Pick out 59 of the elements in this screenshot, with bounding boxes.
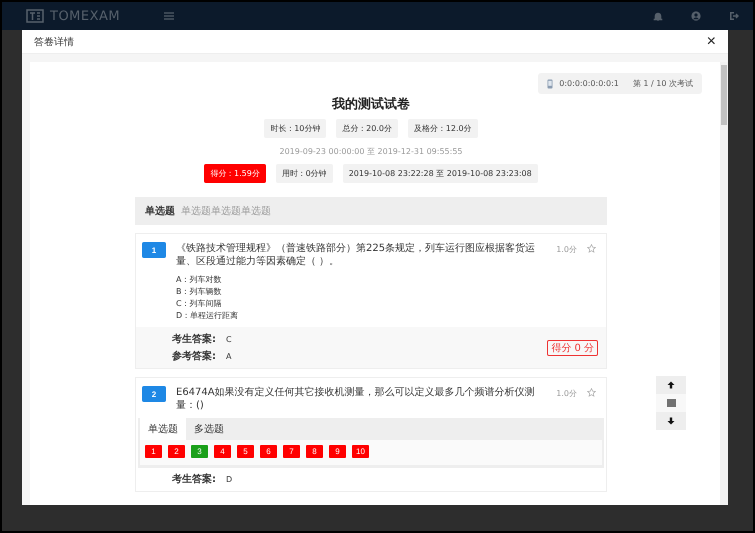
answer-option: D : 单程运行距离	[176, 310, 606, 321]
question-text: 《铁路技术管理规程》（普速铁路部分）第225条规定，列车运行图应根据客货运量、区段通过能力等因素确定（ ）。	[176, 242, 536, 268]
close-button[interactable]: ×	[702, 34, 720, 50]
question-jump-button[interactable]: 2	[168, 445, 185, 458]
question-number[interactable]: 2	[142, 386, 166, 402]
exam-info-tag: 总分 : 20.0分	[336, 119, 398, 138]
result-tag: 2019-10-08 23:22:28 至 2019-10-08 23:23:08	[342, 164, 538, 183]
question-jump-button[interactable]: 5	[237, 445, 254, 458]
star-icon[interactable]	[587, 244, 596, 253]
logout-icon[interactable]	[729, 11, 739, 21]
scroll-down-button[interactable]	[656, 412, 686, 430]
question-score: 得分 0 分	[547, 340, 598, 356]
score-tag: 得分 : 1.59分	[204, 164, 266, 183]
question-text: E6474A如果没有定义任何其它接收机测量，那么可以定义最多几个频谱分析仪测量：()	[176, 386, 536, 412]
attempt-count: 第 1 / 10 次考试	[632, 78, 693, 89]
arrow-up-icon	[667, 381, 675, 389]
logo-icon	[26, 9, 44, 23]
answer-option: B : 列车辆数	[176, 286, 606, 297]
bell-icon[interactable]	[653, 11, 663, 21]
user-icon[interactable]	[691, 11, 701, 21]
answer-option: C : 列车间隔	[176, 298, 606, 309]
phone-icon	[547, 78, 554, 88]
question-type-tab[interactable]: 单选题	[140, 418, 186, 440]
question-jump-button[interactable]: 6	[260, 445, 277, 458]
section-title: 单选题	[145, 204, 175, 218]
list-button[interactable]	[656, 394, 686, 412]
answer-value: D	[226, 474, 232, 484]
arrow-down-icon	[667, 417, 675, 425]
answer-label: 考生答案:	[172, 332, 216, 346]
menu-icon[interactable]	[164, 12, 174, 20]
question-points: 1.0分	[556, 244, 577, 255]
question-jump-button[interactable]: 1	[145, 445, 162, 458]
list-icon	[666, 399, 676, 407]
scrollbar[interactable]	[720, 62, 728, 505]
question-type-tab[interactable]: 多选题	[186, 418, 232, 440]
exam-period: 2019-09-23 00:00:00 至 2019-12-31 09:55:55	[279, 146, 462, 157]
section-description: 单选题单选题单选题	[181, 204, 271, 218]
scroll-up-button[interactable]	[656, 376, 686, 394]
exam-title: 我的测试试卷	[332, 96, 410, 113]
question-number[interactable]: 1	[142, 242, 166, 258]
exam-info-tag: 及格分 : 12.0分	[408, 119, 478, 138]
dialog-title: 答卷详情	[34, 36, 75, 48]
question-points: 1.0分	[556, 388, 577, 399]
question-jump-button[interactable]: 9	[329, 445, 346, 458]
answer-value: C	[226, 334, 232, 344]
result-tag: 用时 : 0分钟	[276, 164, 333, 183]
question-jump-button[interactable]: 10	[352, 445, 369, 458]
answer-label: 考生答案:	[172, 472, 216, 486]
exam-info-tag: 时长 : 10分钟	[264, 119, 326, 138]
question-jump-button[interactable]: 7	[283, 445, 300, 458]
question-jump-button[interactable]: 3	[191, 445, 208, 458]
answer-option: A : 列车对数	[176, 274, 606, 285]
question-jump-button[interactable]: 4	[214, 445, 231, 458]
ip-address: 0:0:0:0:0:0:0:1	[559, 79, 619, 88]
answer-value: A	[226, 352, 232, 360]
answer-label: 参考答案:	[172, 349, 216, 363]
brand-name: TOMEXAM	[50, 8, 120, 24]
star-icon[interactable]	[587, 388, 596, 397]
question-jump-button[interactable]: 8	[306, 445, 323, 458]
